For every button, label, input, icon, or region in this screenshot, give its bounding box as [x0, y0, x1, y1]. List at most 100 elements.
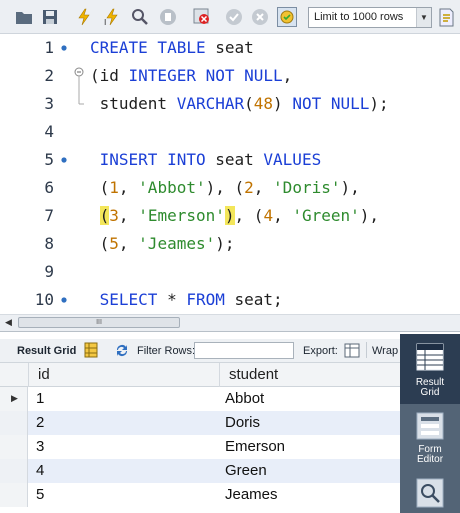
wrap-cell-label[interactable]: Wrap: [372, 345, 400, 357]
code-line[interactable]: 5 INSERT INTO seat VALUES: [0, 146, 460, 174]
code-token: ,: [253, 178, 274, 197]
open-folder-icon[interactable]: [14, 7, 34, 27]
limit-rows-value: Limit to 1000 rows: [314, 11, 404, 23]
table-row[interactable]: 4 Green: [0, 459, 400, 483]
field-types-panel-button[interactable]: [400, 474, 460, 513]
filter-rows-input[interactable]: [194, 342, 294, 359]
autocommit-icon[interactable]: [277, 7, 297, 27]
toggle-error-icon[interactable]: [192, 7, 212, 27]
line-number: 6: [44, 178, 54, 197]
table-row[interactable]: 5 Jeames: [0, 483, 400, 507]
code-line[interactable]: 2 (id INTEGER NOT NULL,: [0, 62, 460, 90]
code-line[interactable]: 9: [0, 258, 460, 286]
export-icon[interactable]: [344, 343, 360, 361]
cell-id[interactable]: 1: [36, 390, 44, 407]
result-grid-icon: [416, 343, 444, 371]
line-number: 4: [44, 122, 54, 141]
refresh-icon[interactable]: [114, 343, 130, 361]
cell-student[interactable]: Emerson: [225, 438, 285, 455]
line-number: 8: [44, 234, 54, 253]
code-token: (: [90, 234, 110, 253]
code-token: VARCHAR: [176, 94, 245, 113]
commit-icon[interactable]: [224, 7, 244, 27]
code-line[interactable]: 8 (5, 'Jeames');: [0, 230, 460, 258]
cell-id[interactable]: 4: [36, 462, 44, 479]
rollback-icon[interactable]: [250, 7, 270, 27]
statement-marker-icon: [60, 34, 68, 62]
line-number: 10: [34, 290, 54, 309]
column-header-student[interactable]: student: [229, 366, 278, 383]
table-row[interactable]: 3 Emerson: [0, 435, 400, 459]
grid-layout-icon[interactable]: [84, 342, 98, 361]
execute-icon[interactable]: [74, 7, 94, 27]
code-text: student VARCHAR(48) NOT NULL);: [90, 90, 389, 118]
cell-student[interactable]: Jeames: [225, 486, 278, 503]
code-line[interactable]: 7 (3, 'Emerson'), (4, 'Green'),: [0, 202, 460, 230]
table-row[interactable]: ▶ 1 Abbot: [0, 387, 400, 411]
field-types-icon: [416, 478, 444, 508]
row-marker[interactable]: [0, 459, 28, 483]
code-token: 4: [263, 206, 274, 225]
line-number: 9: [44, 262, 54, 281]
cell-id[interactable]: 5: [36, 486, 44, 503]
code-token: ),: [359, 206, 380, 225]
sql-editor[interactable]: 1 CREATE TABLE seat 2 (id INTEGER NOT NULL,…: [0, 34, 460, 314]
cell-student[interactable]: Green: [225, 462, 267, 479]
code-token: 'Emerson': [138, 206, 225, 225]
cell-id[interactable]: 3: [36, 438, 44, 455]
code-text: SELECT * FROM seat;: [90, 286, 283, 314]
code-token: ),: [340, 178, 360, 197]
form-editor-panel-label-2: Editor: [416, 454, 444, 465]
code-token: );: [215, 234, 235, 253]
explain-icon[interactable]: [130, 7, 150, 27]
code-token: );: [369, 94, 389, 113]
form-editor-panel-button[interactable]: Form Editor: [400, 406, 460, 476]
statement-marker-icon: [60, 146, 68, 174]
code-text: CREATE TABLE seat: [90, 34, 254, 62]
fold-toggle-icon[interactable]: [74, 62, 84, 90]
scroll-left-icon[interactable]: ◀: [5, 317, 12, 328]
code-token: ): [273, 94, 293, 113]
column-separator: [219, 363, 220, 387]
cell-student[interactable]: Abbot: [225, 390, 264, 407]
code-token: (id: [90, 66, 129, 85]
line-number: 2: [44, 66, 54, 85]
row-marker[interactable]: [0, 483, 28, 507]
row-marker[interactable]: [0, 411, 28, 435]
code-line[interactable]: 4: [0, 118, 460, 146]
cell-id[interactable]: 2: [36, 414, 44, 431]
code-line[interactable]: 1 CREATE TABLE seat: [0, 34, 460, 62]
stop-icon[interactable]: [158, 7, 178, 27]
line-number: 3: [44, 94, 54, 113]
export-label: Export:: [303, 345, 338, 357]
cell-student[interactable]: Doris: [225, 414, 260, 431]
code-token: seat: [215, 38, 254, 57]
row-marker[interactable]: [0, 435, 28, 459]
editor-horizontal-scrollbar[interactable]: ◀ III: [0, 314, 460, 332]
code-token: 'Doris': [273, 178, 341, 197]
code-line[interactable]: 3 student VARCHAR(48) NOT NULL);: [0, 90, 460, 118]
code-text: (5, 'Jeames');: [90, 230, 235, 258]
svg-text:I: I: [104, 18, 106, 26]
result-grid-panel-button[interactable]: Result Grid: [400, 334, 460, 404]
save-icon[interactable]: [40, 7, 60, 27]
code-line[interactable]: 6 (1, 'Abbot'), (2, 'Doris'),: [0, 174, 460, 202]
scrollbar-thumb[interactable]: III: [18, 317, 180, 328]
code-token: 'Green': [292, 206, 360, 225]
toolbar-divider: [366, 342, 367, 358]
chevron-down-icon: ▼: [416, 8, 431, 27]
code-token: INTEGER NOT NULL: [128, 66, 283, 85]
code-line[interactable]: 10 SELECT * FROM seat;: [0, 286, 460, 314]
column-header-id[interactable]: id: [38, 366, 50, 383]
code-token: student: [90, 94, 177, 113]
limit-rows-select[interactable]: Limit to 1000 rows ▼: [308, 7, 432, 28]
table-row[interactable]: 2 Doris: [0, 411, 400, 435]
beautify-icon[interactable]: [438, 7, 456, 27]
fold-end-icon[interactable]: [74, 90, 84, 118]
code-token: 48: [253, 94, 274, 113]
code-token: 'Abbot': [138, 178, 206, 197]
row-marker[interactable]: ▶: [0, 387, 28, 411]
line-number: 7: [44, 206, 54, 225]
execute-current-icon[interactable]: I: [102, 7, 122, 27]
